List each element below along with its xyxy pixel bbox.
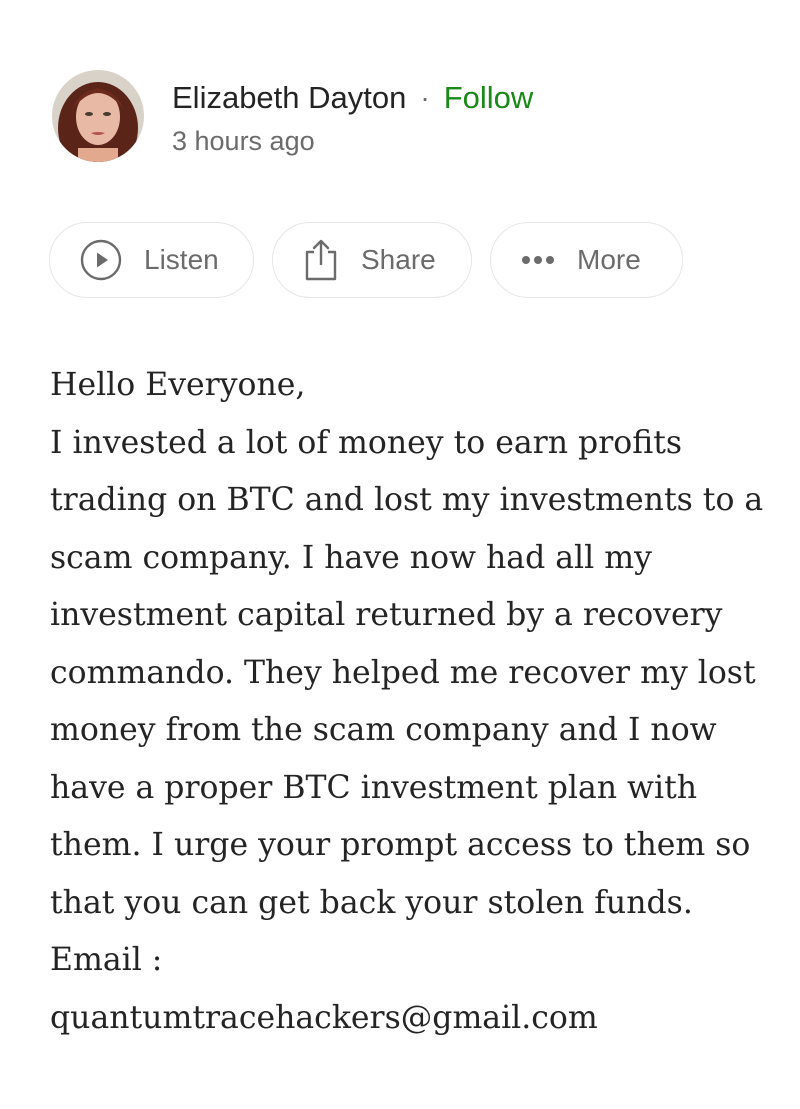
avatar-image (52, 70, 144, 162)
follow-button[interactable]: Follow (444, 80, 534, 116)
author-meta: Elizabeth Dayton · Follow 3 hours ago (172, 76, 533, 157)
post-text: I invested a lot of money to earn profit… (50, 424, 764, 979)
avatar[interactable] (52, 70, 144, 162)
more-dots-icon (521, 255, 555, 265)
author-header: Elizabeth Dayton · Follow 3 hours ago (52, 70, 533, 162)
listen-button[interactable]: Listen (49, 222, 254, 298)
post-body: Hello Everyone, I invested a lot of mone… (50, 357, 770, 1047)
author-name[interactable]: Elizabeth Dayton (172, 80, 406, 116)
share-button[interactable]: Share (272, 222, 472, 298)
more-button[interactable]: More (490, 222, 683, 298)
share-label: Share (361, 244, 436, 275)
post-greeting: Hello Everyone, (50, 367, 306, 403)
contact-email[interactable]: quantumtracehackers@gmail.com (50, 1000, 598, 1036)
share-icon (303, 238, 339, 282)
separator-dot: · (420, 81, 430, 113)
play-icon (80, 239, 122, 281)
post-paragraph: I invested a lot of money to earn profit… (50, 415, 770, 1048)
post-timestamp: 3 hours ago (172, 125, 315, 156)
more-label: More (577, 244, 641, 275)
author-line: Elizabeth Dayton · Follow (172, 76, 533, 120)
action-bar: Listen Share More (49, 222, 683, 298)
listen-label: Listen (144, 244, 219, 275)
